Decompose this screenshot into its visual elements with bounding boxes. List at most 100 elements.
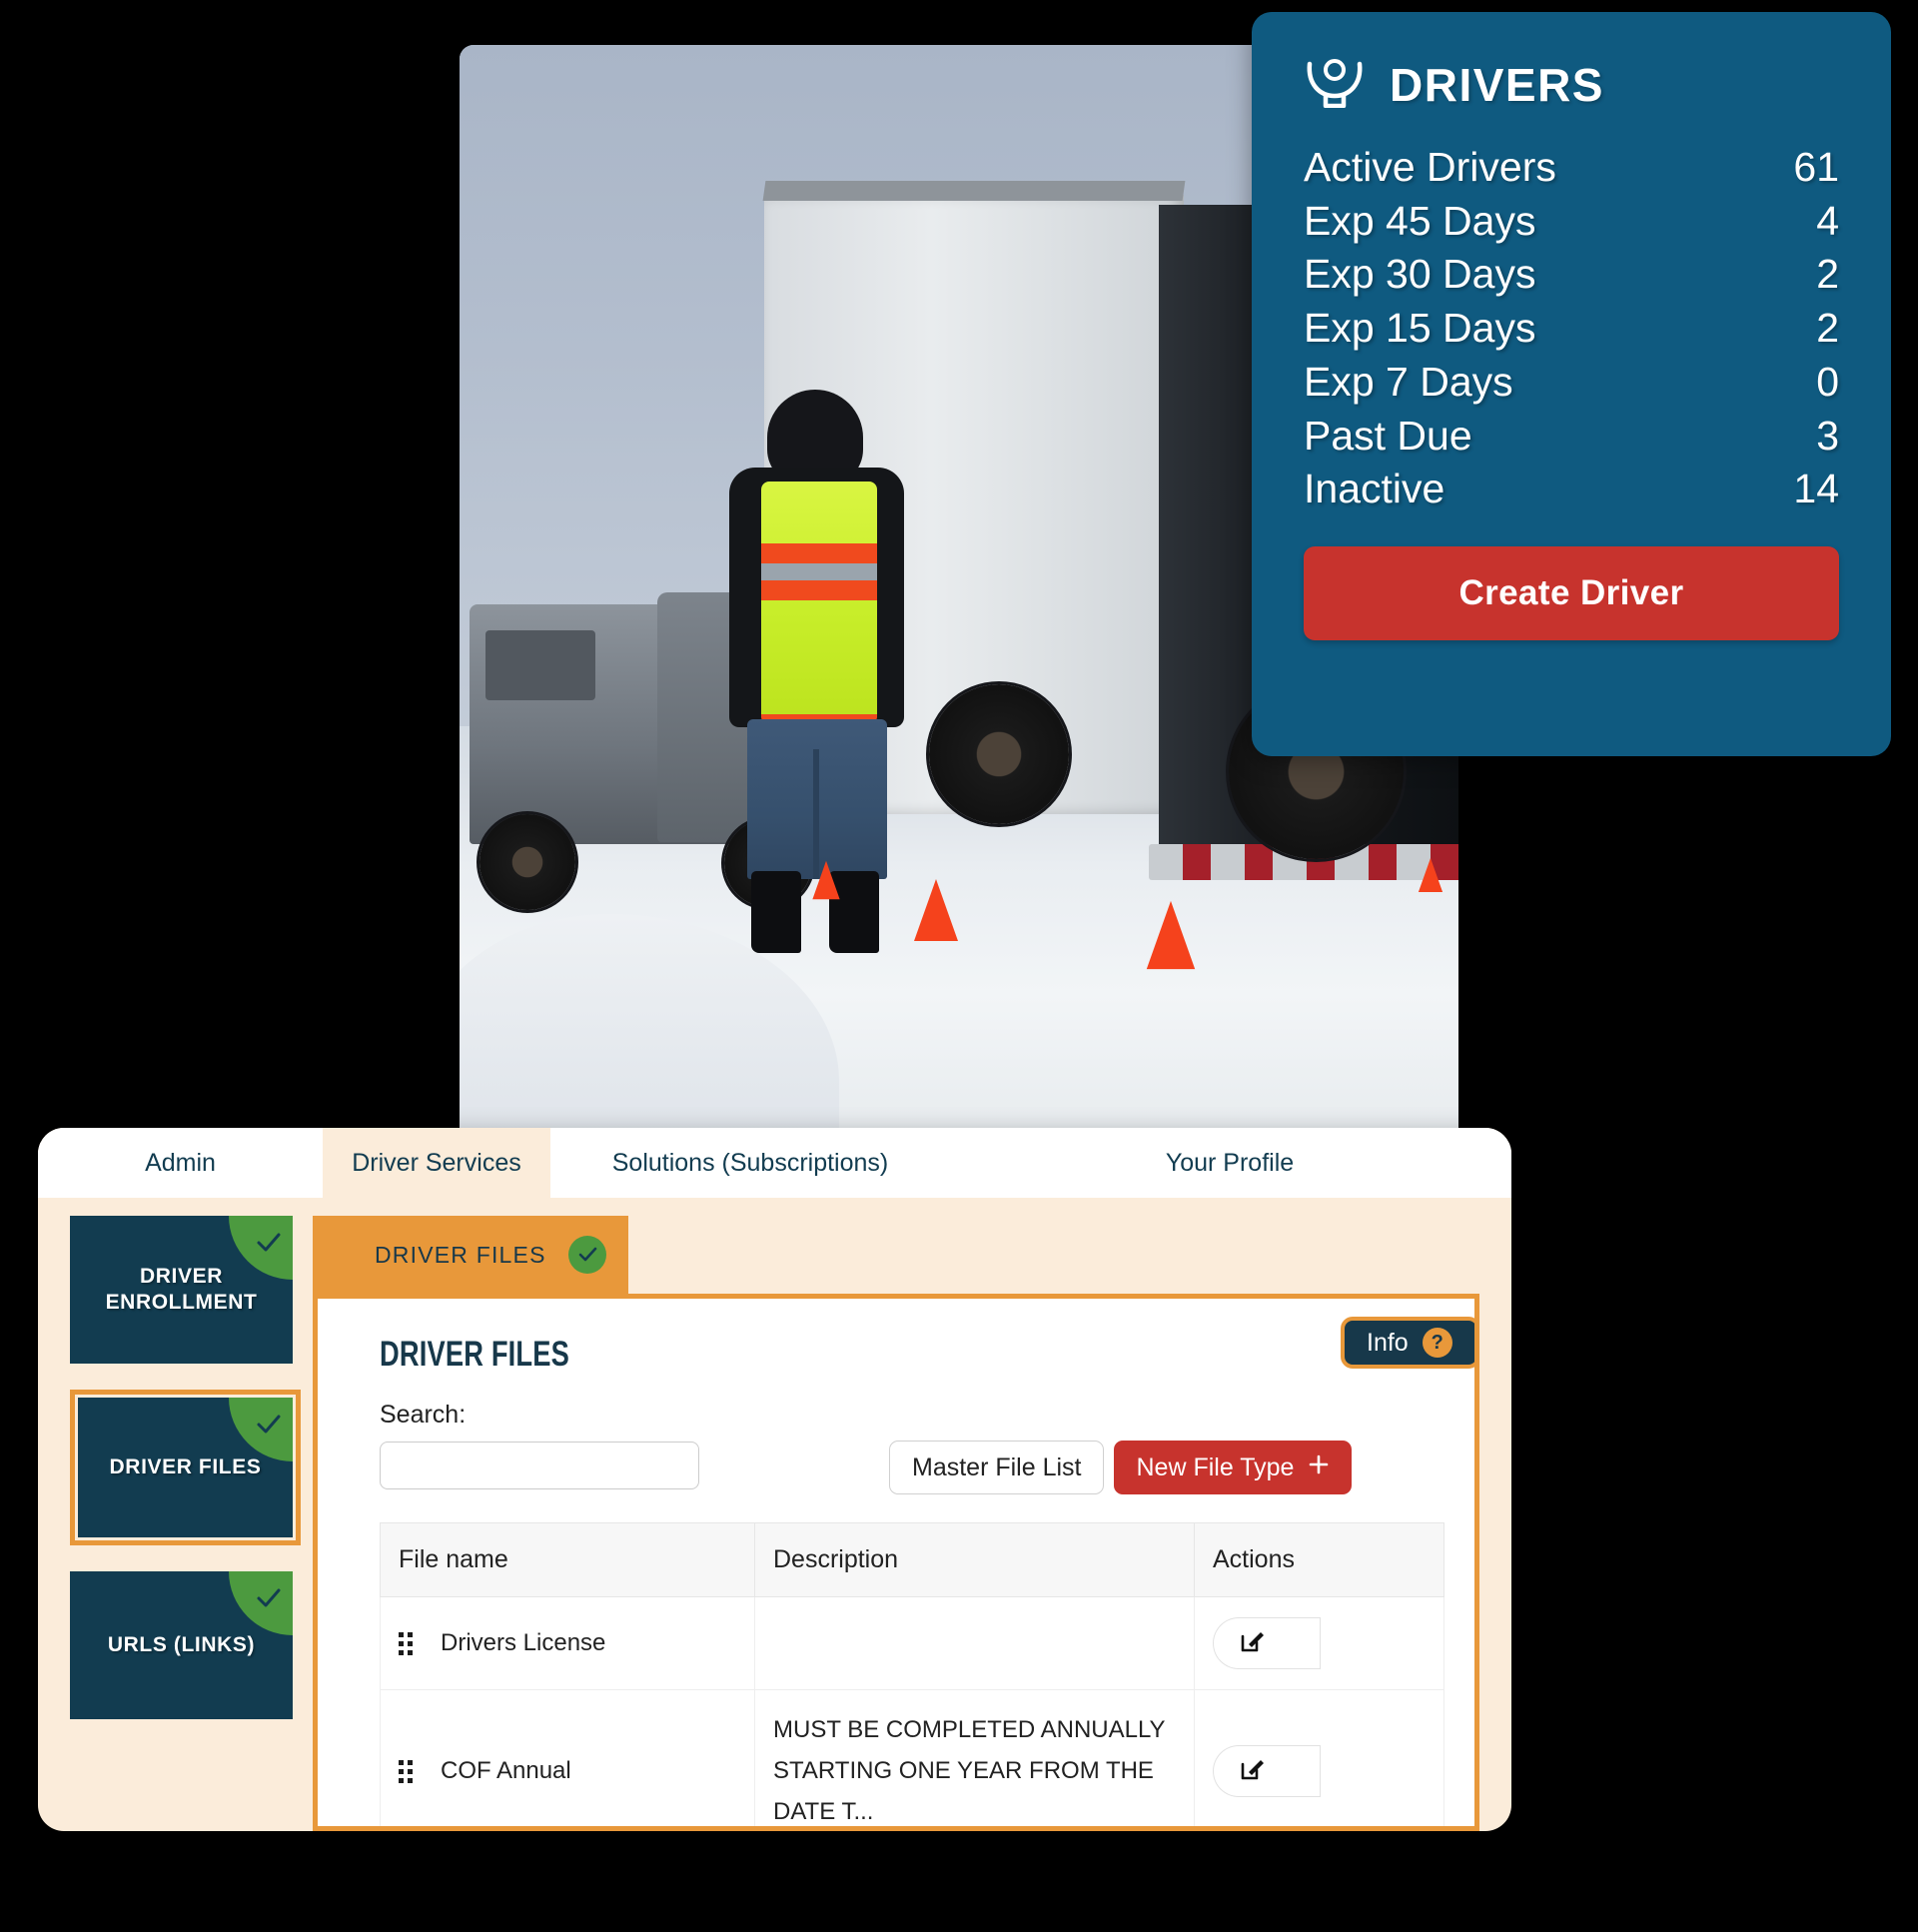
table-header-row: File name Description Actions — [380, 1522, 1444, 1597]
drivers-stat-row: Exp 45 Days 4 — [1304, 195, 1839, 249]
question-mark-icon: ? — [1422, 1328, 1452, 1358]
stat-value: 3 — [1816, 412, 1839, 459]
check-icon — [257, 1233, 281, 1252]
drivers-stat-row: Active Drivers 61 — [1304, 141, 1839, 195]
cell-file-name: Drivers License — [380, 1596, 755, 1690]
stat-label: Exp 30 Days — [1304, 251, 1536, 298]
content-tab-check-badge — [567, 1236, 606, 1274]
table-row: Drivers License — [380, 1596, 1444, 1690]
drivers-stat-row: Exp 30 Days 2 — [1304, 248, 1839, 302]
table-row: COF Annual MUST BE COMPLETED ANNUALLY ST… — [380, 1688, 1444, 1826]
cell-description — [754, 1596, 1195, 1690]
drivers-stat-row: Exp 7 Days 0 — [1304, 356, 1839, 410]
driver-person-icon — [1304, 56, 1366, 113]
driver-files-table: File name Description Actions Drivers Li… — [380, 1522, 1444, 1826]
master-file-list-button[interactable]: Master File List — [889, 1441, 1105, 1494]
tab-label: Admin — [145, 1148, 216, 1177]
actions-overflow[interactable] — [1291, 1617, 1321, 1669]
stat-value: 0 — [1816, 358, 1839, 405]
drivers-card-title: DRIVERS — [1390, 58, 1604, 111]
sidebar-item-driver-files[interactable]: DRIVER FILES — [78, 1398, 293, 1537]
photo-wheel — [929, 684, 1069, 824]
screenshot-root: DRIVERS Active Drivers 61 Exp 45 Days 4 … — [0, 0, 1918, 1932]
check-icon — [578, 1247, 596, 1262]
drivers-summary-card: DRIVERS Active Drivers 61 Exp 45 Days 4 … — [1252, 12, 1891, 756]
drivers-stats-list: Active Drivers 61 Exp 45 Days 4 Exp 30 D… — [1304, 141, 1839, 516]
stat-label: Past Due — [1304, 412, 1472, 459]
driver-files-content-box: DRIVER FILES Info ? Search: Master File … — [313, 1294, 1479, 1831]
file-name-text: COF Annual — [441, 1757, 571, 1785]
driver-services-panel: Admin Driver Services Solutions (Subscri… — [38, 1128, 1511, 1831]
search-input[interactable] — [380, 1442, 699, 1489]
sidebar-item-label: DRIVER FILES — [109, 1455, 262, 1479]
photo-worker-boot — [751, 871, 801, 953]
column-header-file-name[interactable]: File name — [380, 1522, 755, 1597]
stat-value: 4 — [1816, 197, 1839, 244]
info-badge-label: Info — [1367, 1328, 1409, 1357]
tab-label: Your Profile — [1165, 1148, 1295, 1177]
sidebar-item-label: DRIVER ENROLLMENT — [105, 1265, 258, 1314]
column-header-description[interactable]: Description — [754, 1522, 1195, 1597]
drivers-stat-row: Exp 15 Days 2 — [1304, 302, 1839, 356]
content-tab-driver-files[interactable]: DRIVER FILES — [313, 1216, 628, 1294]
create-driver-button[interactable]: Create Driver — [1304, 545, 1839, 640]
info-badge[interactable]: Info ? — [1341, 1317, 1474, 1369]
check-icon — [257, 1415, 281, 1434]
panel-content-column: DRIVER FILES DRIVER FILES Info ? Search:… — [313, 1216, 1511, 1831]
complete-check-corner — [229, 1398, 293, 1461]
plus-icon — [1308, 1453, 1330, 1482]
stat-value: 2 — [1816, 305, 1839, 352]
new-file-type-button[interactable]: New File Type — [1114, 1441, 1353, 1494]
photo-traffic-cone — [1146, 900, 1196, 970]
sidebar-item-label: URLS (LINKS) — [107, 1633, 256, 1657]
photo-wheel — [480, 814, 575, 910]
cell-description: MUST BE COMPLETED ANNUALLY STARTING ONE … — [754, 1688, 1195, 1826]
drivers-stat-row: Past Due 3 — [1304, 410, 1839, 464]
check-icon — [257, 1588, 281, 1607]
tab-driver-services[interactable]: Driver Services — [323, 1128, 550, 1198]
stat-label: Exp 45 Days — [1304, 197, 1536, 244]
stat-label: Active Drivers — [1304, 144, 1556, 190]
cell-actions — [1194, 1596, 1444, 1690]
drag-handle-icon[interactable] — [399, 1759, 413, 1783]
tab-solutions-subscriptions[interactable]: Solutions (Subscriptions) — [550, 1128, 950, 1198]
tab-admin[interactable]: Admin — [38, 1128, 323, 1198]
description-text: MUST BE COMPLETED ANNUALLY STARTING ONE … — [773, 1716, 1166, 1825]
edit-file-button[interactable] — [1213, 1745, 1291, 1798]
photo-worker-jeans — [747, 719, 887, 879]
tab-label: Driver Services — [352, 1148, 521, 1177]
stat-label: Exp 7 Days — [1304, 358, 1513, 405]
file-name-text: Drivers License — [441, 1629, 606, 1656]
edit-pencil-icon — [1240, 1755, 1266, 1788]
tab-label: Solutions (Subscriptions) — [611, 1148, 889, 1177]
photo-cab-window — [485, 630, 595, 700]
sidebar-item-driver-enrollment[interactable]: DRIVER ENROLLMENT — [70, 1216, 293, 1364]
sidebar-item-urls-links[interactable]: URLS (LINKS) — [70, 1571, 293, 1719]
actions-overflow[interactable] — [1291, 1745, 1321, 1798]
cell-actions — [1194, 1688, 1444, 1826]
page-title: DRIVER FILES — [380, 1335, 569, 1374]
complete-check-corner — [229, 1571, 293, 1635]
stat-label: Inactive — [1304, 466, 1445, 512]
panel-tabbar: Admin Driver Services Solutions (Subscri… — [38, 1128, 1511, 1198]
tab-your-profile[interactable]: Your Profile — [950, 1128, 1509, 1198]
cell-file-name: COF Annual — [380, 1688, 755, 1826]
panel-sidebar: DRIVER ENROLLMENT DRIVER FILES URLS (LIN… — [38, 1216, 313, 1831]
sidebar-item-driver-files-selection: DRIVER FILES — [70, 1390, 301, 1545]
stat-label: Exp 15 Days — [1304, 305, 1536, 352]
stat-value: 2 — [1816, 251, 1839, 298]
content-tab-label: DRIVER FILES — [375, 1241, 546, 1268]
drag-handle-icon[interactable] — [399, 1631, 413, 1655]
search-label: Search: — [380, 1401, 467, 1429]
drivers-card-header: DRIVERS — [1304, 56, 1839, 113]
photo-traffic-cone — [812, 860, 840, 900]
column-header-actions: Actions — [1194, 1522, 1444, 1597]
stat-value: 61 — [1793, 144, 1839, 190]
photo-traffic-cone — [914, 879, 958, 941]
drivers-stat-row: Inactive 14 — [1304, 463, 1839, 516]
stat-value: 14 — [1793, 466, 1839, 512]
new-file-type-label: New File Type — [1136, 1452, 1295, 1481]
photo-worker-vest — [761, 482, 877, 721]
photo-traffic-cone — [1418, 857, 1443, 893]
edit-file-button[interactable] — [1213, 1617, 1291, 1669]
